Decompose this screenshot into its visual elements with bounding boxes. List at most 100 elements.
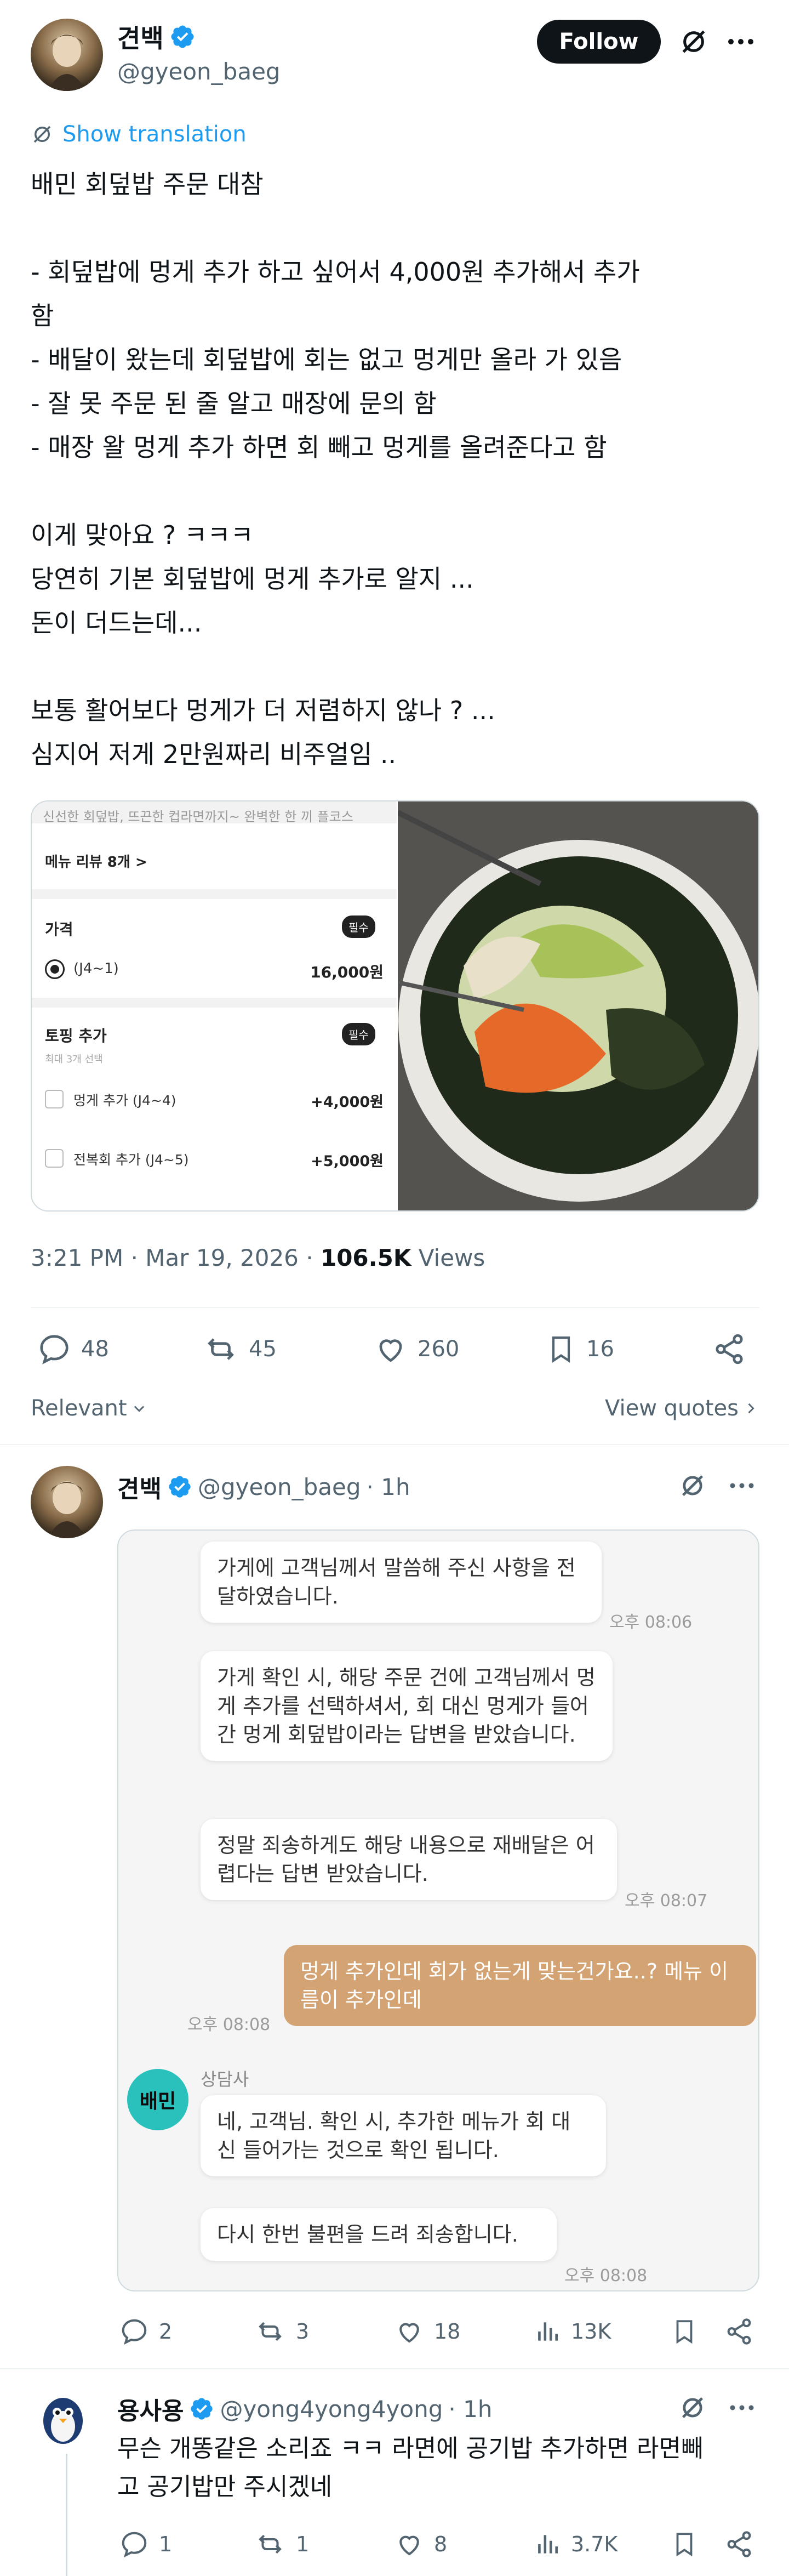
chevron-down-icon [132,1401,147,1416]
repost-icon [254,2317,286,2346]
reply-count: 1 [159,2532,173,2556]
repost-button[interactable]: 1 [254,2529,309,2559]
menu-screenshot[interactable]: 신선한 회덮밥, 뜨끈한 컵라면까지~ 완벽한 한 끼 플코스 메뉴 리뷰 8개… [32,801,397,1210]
author-avatar[interactable] [31,19,103,91]
checkbox-icon[interactable] [45,1149,64,1168]
post-line: 보통 활어보다 멍게가 더 저렴하지 않나 ? ... [31,696,495,725]
show-translation-link[interactable]: Show translation [31,122,247,147]
reply-avatar[interactable] [33,2388,93,2448]
post-line: - 회덮밥에 멍게 추가 하고 싶어서 4,000원 추가해서 추가 [31,257,640,287]
bookmark-button[interactable]: 16 [546,1332,614,1366]
repost-icon [203,1332,239,1366]
relevant-dropdown[interactable]: Relevant [31,1396,147,1421]
price-option-value: 16,000원 [310,963,384,981]
more-options-icon[interactable] [724,25,757,58]
food-photo[interactable] [398,801,758,1210]
share-icon[interactable] [724,2529,754,2559]
follow-label: Follow [559,29,639,54]
reply-avatar[interactable] [31,1466,103,1538]
radio-selected-icon[interactable] [45,959,65,979]
post-line: 배민 회덮밥 주문 대참 [31,169,264,199]
verified-badge-icon [167,1474,192,1499]
translate-icon [31,123,54,146]
repost-count: 45 [249,1337,277,1362]
views-count: 13K [571,2319,611,2344]
like-count: 18 [434,2319,461,2344]
share-icon[interactable] [712,1332,746,1366]
verified-badge-icon [189,2396,214,2421]
post-timestamp[interactable]: 3:21 PM · Mar 19, 2026 · 106.5K Views [31,1244,485,1271]
reply-icon [119,2529,149,2559]
bibimbap-bowl-image [398,801,758,1210]
required-badge: 필수 [342,915,375,938]
like-button[interactable]: 260 [374,1332,459,1366]
post-line: 돈이 더드는데... [31,608,202,638]
post-line: 이게 맞아요 ? ㅋㅋㅋ [31,520,254,550]
chat-screenshot[interactable]: 가게에 고객님께서 말씀해 주신 사항을 전달하였습니다. 오후 08:06 가… [117,1529,759,2291]
like-button[interactable]: 8 [395,2529,447,2559]
thread-line [66,2454,67,2576]
chat-message: 네, 고객님. 확인 시, 추가한 메뉴가 회 대신 들어가는 것으로 확인 됩… [201,2095,606,2176]
like-button[interactable]: 18 [395,2317,460,2346]
post-line: 당연히 기본 회덮밥에 멍게 추가로 알지 ... [31,564,474,594]
reply-button[interactable]: 2 [119,2317,172,2346]
post-media[interactable]: 신선한 회덮밥, 뜨끈한 컵라면까지~ 완벽한 한 끼 플코스 메뉴 리뷰 8개… [31,800,759,1212]
post-line: - 잘 못 주문 된 줄 알고 매장에 문의 함 [31,389,437,418]
show-translation-label: Show translation [62,122,247,147]
author-name[interactable]: 견백 [117,19,164,55]
chat-timestamp: 오후 08:08 [564,2266,648,2285]
repost-button[interactable]: 3 [254,2317,309,2346]
topping-option-label: 멍게 추가 (J4~4) [73,1093,176,1108]
checkbox-icon[interactable] [45,1090,64,1108]
analytics-bars-icon [534,2529,561,2559]
reply-author-handle[interactable]: @gyeon_baeg [198,1474,361,1500]
reply-button[interactable]: 1 [119,2529,172,2559]
heart-icon [395,2317,424,2346]
post-line: 심지어 저게 2만원짜리 비주얼임 .. [31,740,397,769]
price-title: 가격 [45,920,73,939]
reply-time[interactable]: · 1h [367,1474,410,1500]
user-chat-message: 멍게 추가인데 회가 없는게 맞는건가요..? 메뉴 이름이 추가인데 [284,1945,756,2026]
more-options-icon[interactable] [727,2392,757,2423]
repost-icon [254,2529,286,2559]
post-line: - 배달이 왔는데 회덮밥에 회는 없고 멍게만 올라 가 있음 [31,345,622,374]
views-button[interactable]: 13K [534,2317,611,2346]
reply-icon [119,2317,149,2346]
heart-icon [374,1332,408,1366]
chat-timestamp: 오후 08:06 [609,1613,693,1632]
topping-subtitle: 최대 3개 선택 [45,1054,103,1065]
reply-time[interactable]: · 1h [448,2396,492,2423]
grok-icon[interactable] [677,1470,708,1501]
more-options-icon[interactable] [727,1470,757,1501]
chat-message: 다시 한번 불편을 드려 죄송합니다. [201,2208,557,2261]
reply-button[interactable]: 48 [37,1332,109,1366]
topping-option-price: +4,000원 [311,1094,384,1111]
repost-button[interactable]: 45 [203,1332,277,1366]
reply-line: 고 공기밥만 주시겠네 [117,2473,333,2501]
follow-button[interactable]: Follow [537,20,661,64]
bookmark-icon [546,1332,576,1366]
reply-author-handle[interactable]: @yong4yong4yong [220,2396,443,2423]
author-handle[interactable]: @gyeon_baeg [117,58,281,85]
reply-author-name[interactable]: 용사용 [117,2391,184,2426]
baemin-logo-text: 배민 [139,2090,176,2113]
views-button[interactable]: 3.7K [534,2529,618,2559]
grok-icon[interactable] [677,2392,708,2423]
penguin-avatar-icon [43,2398,83,2444]
verified-badge-icon [169,24,196,50]
view-quotes-label: View quotes [605,1396,739,1421]
bookmark-icon[interactable] [670,2529,699,2559]
baemin-logo: 배민 [127,2069,188,2130]
bookmark-icon[interactable] [670,2317,699,2346]
reply-author-name[interactable]: 견백 [117,1469,162,1504]
grok-icon[interactable] [677,25,710,58]
timestamp-text: 3:21 PM · Mar 19, 2026 · [31,1244,321,1271]
post-line: 함 [31,301,54,331]
share-icon[interactable] [724,2317,754,2346]
bookmark-count: 16 [586,1337,614,1362]
price-option-label: (J4~1) [73,960,119,977]
reply-count: 2 [159,2319,173,2344]
like-count: 260 [418,1337,460,1362]
menu-review-link[interactable]: 메뉴 리뷰 8개 > [45,851,147,871]
view-quotes-link[interactable]: View quotes [605,1396,758,1421]
